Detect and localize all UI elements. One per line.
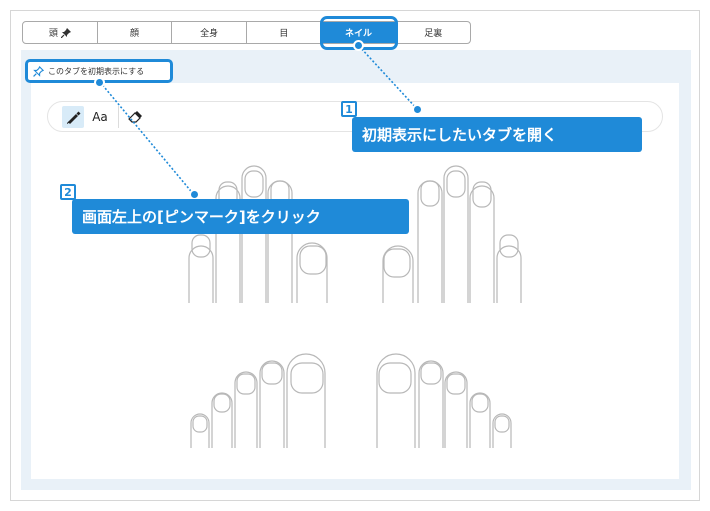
tab-label: ネイル — [345, 29, 373, 39]
connector-dot — [412, 104, 423, 115]
pen-tool-button[interactable] — [62, 105, 84, 128]
callout-step-2: 画面左上の[ピンマーク]をクリック — [72, 199, 409, 234]
step-2-badge: 2 — [60, 184, 76, 200]
set-default-tab-label: このタブを初期表示にする — [48, 66, 145, 76]
tab-label: 足裏 — [424, 29, 443, 39]
connector-dot — [94, 77, 105, 88]
connector-dot — [353, 40, 364, 51]
tab-face[interactable]: 顔 — [98, 22, 173, 43]
toolbar-divider — [118, 105, 119, 128]
step-1-badge: 1 — [341, 101, 357, 117]
eraser-icon — [128, 110, 142, 123]
tab-head[interactable]: 頭 — [23, 22, 98, 43]
eraser-tool-button[interactable] — [127, 106, 143, 128]
tab-label: 全身 — [200, 29, 219, 39]
callout-step-1-text: 初期表示にしたいタブを開く — [362, 126, 558, 144]
tab-sole[interactable]: 足裏 — [396, 22, 470, 43]
callout-step-1: 初期表示にしたいタブを開く — [352, 117, 642, 152]
pin-outline-icon — [33, 65, 44, 77]
callout-step-2-text: 画面左上の[ピンマーク]をクリック — [82, 208, 321, 226]
text-tool-button[interactable]: Aa — [90, 106, 110, 128]
tab-label: 目 — [279, 29, 289, 39]
tab-label: 顔 — [130, 29, 140, 39]
tab-eyes[interactable]: 目 — [247, 22, 322, 43]
tab-bar: 頭 顔 全身 目 ネイル 足裏 — [22, 21, 471, 44]
tab-full-body[interactable]: 全身 — [172, 22, 248, 43]
pin-icon — [60, 27, 71, 38]
tab-label: 頭 — [48, 29, 58, 39]
pen-icon — [67, 111, 81, 124]
